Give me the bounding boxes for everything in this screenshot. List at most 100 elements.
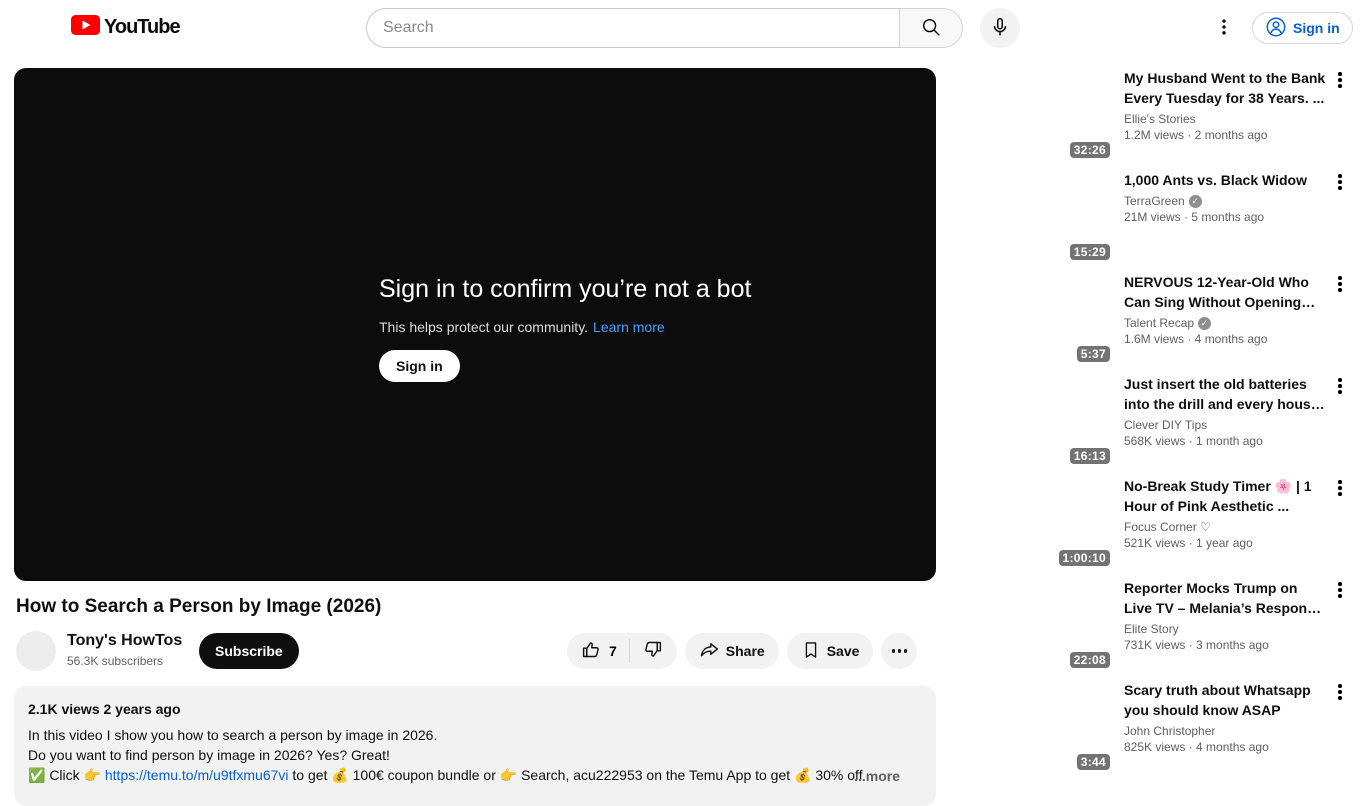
- player-message-title: Sign in to confirm you’re not a bot: [379, 275, 752, 303]
- subscribe-button[interactable]: Subscribe: [199, 633, 299, 669]
- related-video-title[interactable]: Scary truth about Whatsapp you should kn…: [1124, 680, 1328, 720]
- like-button[interactable]: 7: [567, 633, 629, 669]
- video-text-block: Just insert the old batteries into the d…: [1124, 374, 1328, 448]
- related-video-meta: 731K views · 3 months ago: [1124, 638, 1269, 652]
- search-input[interactable]: [366, 8, 899, 48]
- learn-more-link[interactable]: Learn more: [593, 319, 665, 335]
- related-channel-name[interactable]: Focus Corner ♡: [1124, 520, 1211, 534]
- save-button[interactable]: Save: [786, 633, 874, 669]
- related-video-title[interactable]: My Husband Went to the Bank Every Tuesda…: [1124, 68, 1328, 108]
- video-title: How to Search a Person by Image (2026): [16, 596, 382, 617]
- related-video-meta: 568K views · 1 month ago: [1124, 434, 1263, 448]
- video-thumbnail[interactable]: 3:44: [946, 680, 1114, 774]
- video-thumbnail[interactable]: 1:00:10: [946, 476, 1114, 570]
- video-text-block: Reporter Mocks Trump on Live TV – Melani…: [1124, 578, 1328, 652]
- temu-link[interactable]: https://temu.to/m/u9tfxmu67vi: [105, 767, 289, 783]
- share-icon: [699, 639, 720, 663]
- related-video-item[interactable]: 32:26 My Husband Went to the Bank Every …: [946, 68, 1356, 162]
- save-label: Save: [826, 643, 860, 659]
- description-line-3-prefix: ✅ Click 👉: [28, 767, 105, 783]
- channel-row: Tony's HowTos 56.3K subscribers Subscrib…: [16, 631, 936, 671]
- more-actions-button[interactable]: [881, 633, 918, 669]
- show-more-button[interactable]: ...more: [854, 766, 900, 785]
- duration-badge: 32:26: [1069, 142, 1110, 158]
- video-thumbnail[interactable]: 15:29: [946, 170, 1114, 264]
- youtube-logo[interactable]: YouTube: [71, 15, 181, 40]
- channel-name[interactable]: Tony's HowTos: [67, 632, 182, 650]
- related-video-meta: 1.6M views · 4 months ago: [1124, 332, 1268, 346]
- channel-avatar[interactable]: [16, 631, 56, 671]
- related-channel-name[interactable]: Ellie's Stories: [1124, 112, 1196, 126]
- kebab-icon: [1214, 17, 1234, 40]
- player-signin-button[interactable]: Sign in: [379, 350, 460, 382]
- video-text-block: NERVOUS 12-Year-Old Who Can Sing Without…: [1124, 272, 1328, 346]
- related-video-kebab-button[interactable]: [1330, 274, 1350, 294]
- like-dislike-bar: 7: [567, 633, 677, 669]
- related-video-title[interactable]: Just insert the old batteries into the d…: [1124, 374, 1328, 414]
- related-video-title[interactable]: No-Break Study Timer 🌸 | 1 Hour of Pink …: [1124, 476, 1328, 516]
- related-video-title[interactable]: Reporter Mocks Trump on Live TV – Melani…: [1124, 578, 1328, 618]
- related-video-meta: 521K views · 1 year ago: [1124, 536, 1253, 550]
- related-channel-name[interactable]: TerraGreen: [1124, 194, 1185, 208]
- youtube-play-icon: [71, 15, 100, 40]
- player-bot-check-message: Sign in to confirm you’re not a bot This…: [379, 275, 751, 382]
- related-video-kebab-button[interactable]: [1330, 478, 1350, 498]
- related-video-kebab-button[interactable]: [1330, 376, 1350, 396]
- duration-badge: 1:00:10: [1058, 550, 1110, 566]
- related-video-meta: 1.2M views · 2 months ago: [1124, 128, 1268, 142]
- voice-search-button[interactable]: [980, 8, 1020, 48]
- related-video-kebab-button[interactable]: [1330, 172, 1350, 192]
- share-button[interactable]: Share: [684, 633, 779, 669]
- duration-badge: 16:13: [1069, 448, 1110, 464]
- settings-kebab-button[interactable]: [1212, 16, 1236, 40]
- player-message-subtitle: This helps protect our community.: [379, 319, 589, 335]
- related-channel-name[interactable]: Talent Recap: [1124, 316, 1194, 330]
- video-thumbnail[interactable]: 32:26: [946, 68, 1114, 162]
- description-line-3-suffix: to get 💰 100€ coupon bundle or 👉 Search,…: [288, 767, 863, 783]
- related-channel-name[interactable]: Clever DIY Tips: [1124, 418, 1207, 432]
- video-thumbnail[interactable]: 22:08: [946, 578, 1114, 672]
- video-player[interactable]: Sign in to confirm you’re not a bot This…: [14, 68, 936, 581]
- header-signin-label: Sign in: [1293, 20, 1340, 36]
- related-video-item[interactable]: 15:29 1,000 Ants vs. Black Widow TerraGr…: [946, 170, 1356, 264]
- dislike-button[interactable]: [630, 633, 677, 669]
- related-video-meta: 21M views · 5 months ago: [1124, 210, 1265, 224]
- related-video-meta: 825K views · 4 months ago: [1124, 740, 1269, 754]
- thumbs-up-icon: [581, 639, 602, 663]
- like-count: 7: [609, 643, 617, 659]
- video-thumbnail[interactable]: 5:37: [946, 272, 1114, 366]
- description-box[interactable]: 2.1K views 2 years ago In this video I s…: [14, 686, 936, 806]
- microphone-icon: [989, 16, 1011, 41]
- verified-badge-icon: ✓: [1188, 194, 1202, 208]
- related-video-item[interactable]: 1:00:10 No-Break Study Timer 🌸 | 1 Hour …: [946, 476, 1356, 570]
- related-video-title[interactable]: 1,000 Ants vs. Black Widow: [1124, 170, 1328, 190]
- search-icon: [920, 16, 942, 41]
- search-button[interactable]: [899, 8, 963, 48]
- subscriber-count: 56.3K subscribers: [67, 654, 164, 668]
- video-thumbnail[interactable]: 16:13: [946, 374, 1114, 468]
- related-video-item[interactable]: 3:44 Scary truth about Whatsapp you shou…: [946, 680, 1356, 774]
- duration-badge: 22:08: [1069, 652, 1110, 668]
- related-video-title[interactable]: NERVOUS 12-Year-Old Who Can Sing Without…: [1124, 272, 1328, 312]
- person-circle-icon: [1265, 16, 1287, 41]
- verified-badge-icon: ✓: [1198, 316, 1212, 330]
- related-video-item[interactable]: 22:08 Reporter Mocks Trump on Live TV – …: [946, 578, 1356, 672]
- menu-button[interactable]: [16, 16, 40, 40]
- related-channel-name[interactable]: Elite Story: [1124, 622, 1179, 636]
- video-text-block: No-Break Study Timer 🌸 | 1 Hour of Pink …: [1124, 476, 1328, 550]
- related-video-kebab-button[interactable]: [1330, 580, 1350, 600]
- duration-badge: 5:37: [1076, 346, 1110, 362]
- video-text-block: 1,000 Ants vs. Black Widow TerraGreen ✓ …: [1124, 170, 1328, 224]
- related-video-kebab-button[interactable]: [1330, 682, 1350, 702]
- related-videos-sidebar: 32:26 My Husband Went to the Bank Every …: [946, 68, 1356, 782]
- video-actions: 7 Share Save: [567, 633, 918, 669]
- video-text-block: Scary truth about Whatsapp you should kn…: [1124, 680, 1328, 754]
- related-channel-name[interactable]: John Christopher: [1124, 724, 1215, 738]
- related-video-item[interactable]: 5:37 NERVOUS 12-Year-Old Who Can Sing Wi…: [946, 272, 1356, 366]
- search-bar: [366, 8, 963, 48]
- ellipsis-icon: [891, 649, 908, 653]
- share-label: Share: [725, 643, 765, 659]
- header-signin-button[interactable]: Sign in: [1252, 12, 1353, 44]
- related-video-item[interactable]: 16:13 Just insert the old batteries into…: [946, 374, 1356, 468]
- related-video-kebab-button[interactable]: [1330, 70, 1350, 90]
